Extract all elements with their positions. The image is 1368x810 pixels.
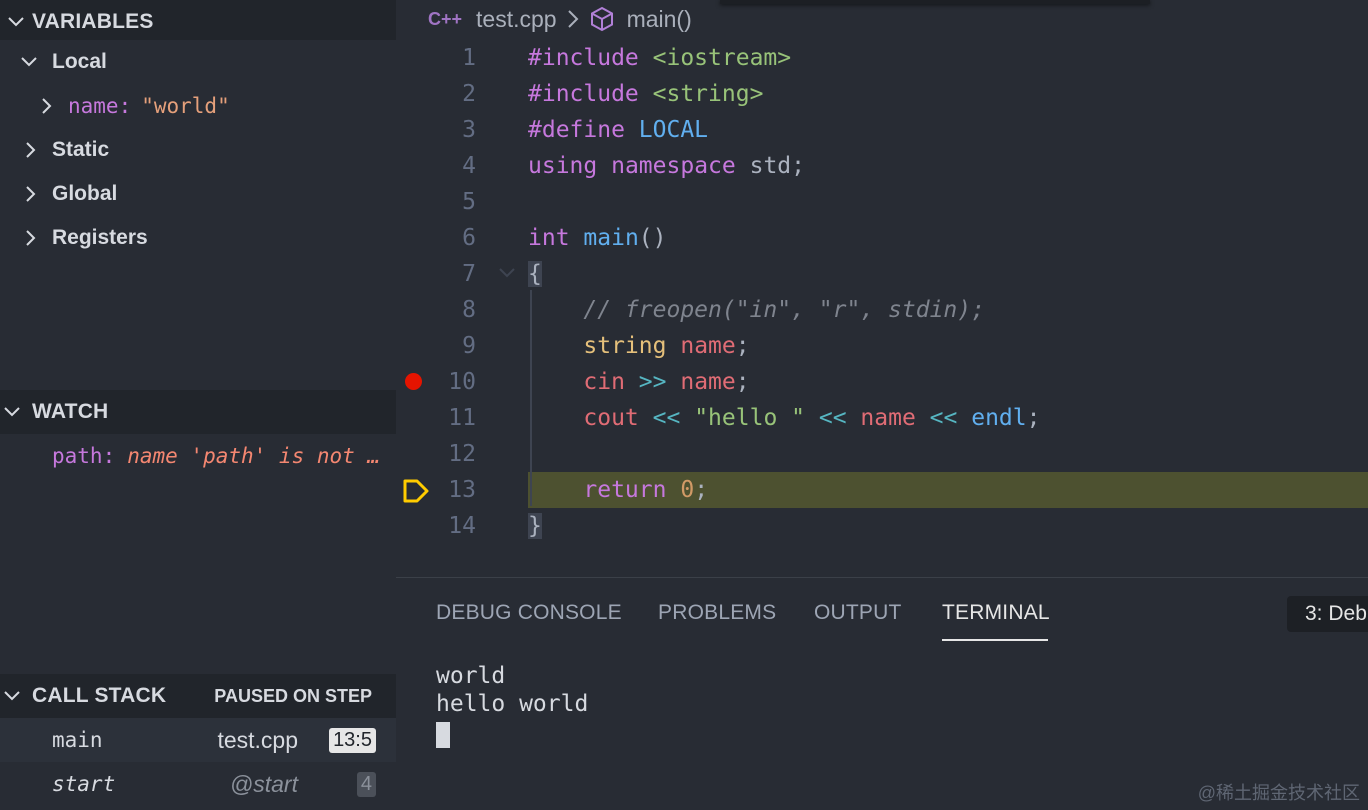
quick-input-shadow [720,0,1150,4]
code-line: 11 cout << "hello " << name << endl; [396,400,1368,436]
line-number: 12 [448,441,476,467]
tree-item-label: Global [52,182,118,205]
watch-section-header[interactable]: WATCH [0,390,396,434]
call-stack-body: main test.cpp 13:5 start @start 4 [0,718,396,810]
code-text[interactable]: // freopen("in", "r", stdin); [528,292,985,328]
terminal-output-line: hello world [436,691,589,717]
line-number: 3 [462,117,476,143]
watch-body: path: name 'path' is not … [0,434,396,674]
cpp-file-icon: C++ [428,8,463,29]
line-number: 5 [462,189,476,215]
line-number: 1 [462,45,476,71]
chevron-right-icon [36,97,58,115]
code-line: 2 #include <string> [396,76,1368,112]
stack-frame-position: 4 [356,771,376,797]
watch-expression: path: [52,444,116,468]
watch-error: name 'path' is not … [127,444,381,468]
watch-expression-row[interactable]: path: name 'path' is not … [0,434,396,478]
variables-title: VARIABLES [32,10,154,33]
call-stack-title: CALL STACK [32,684,167,707]
stack-frame-file: test.cpp [217,726,298,753]
line-number: 2 [462,81,476,107]
code-line: 12 [396,436,1368,472]
tab-terminal[interactable]: TERMINAL [942,601,1050,625]
call-stack-section-header[interactable]: CALL STACK PAUSED ON STEP [0,674,396,718]
line-number: 14 [448,513,476,539]
method-cube-icon [589,6,615,32]
stack-frame-position: 13:5 [329,727,376,753]
code-line: 7 { [396,256,1368,292]
variables-body: Local name: "world" Static Global Regist… [0,40,396,390]
code-line: 8 // freopen("in", "r", stdin); [396,292,1368,328]
code-line-current: 13 return 0; [396,472,1368,508]
call-stack-status: PAUSED ON STEP [214,685,372,706]
variable-name: name: [68,94,132,118]
tab-debug-console[interactable]: DEBUG CONSOLE [436,601,622,625]
line-number: 10 [448,369,476,395]
code-line: 4 using namespace std; [396,148,1368,184]
chevron-right-icon [20,185,42,203]
variable-value: "world" [141,94,230,118]
code-text[interactable]: { [528,256,542,292]
line-number: 11 [448,405,476,431]
watch-title: WATCH [32,400,109,423]
code-text[interactable]: return 0; [528,472,708,508]
line-number: 6 [462,225,476,251]
stack-frame-start[interactable]: start @start 4 [0,762,396,806]
tab-output[interactable]: OUTPUT [814,601,902,625]
stack-frame-file: @start [229,770,298,797]
chevron-right-icon [20,229,42,247]
line-number: 13 [448,477,476,503]
code-line: 6 int main() [396,220,1368,256]
line-number: 7 [462,261,476,287]
stack-frame-function: main [52,728,103,752]
chevron-down-icon [0,690,24,702]
tab-problems[interactable]: PROBLEMS [658,601,776,625]
code-line: 14 } [396,508,1368,544]
chevron-down-icon [0,16,32,28]
chevron-down-icon [0,406,24,418]
code-line: 3 #define LOCAL [396,112,1368,148]
chevron-right-icon [20,141,42,159]
tree-item-label: Static [52,138,110,161]
code-line: 10 cin >> name; [396,364,1368,400]
tree-item-local[interactable]: Local [0,40,396,84]
code-line: 9 string name; [396,328,1368,364]
code-text[interactable]: cin >> name; [528,364,749,400]
line-number: 9 [462,333,476,359]
variables-section-header[interactable]: VARIABLES [0,0,396,44]
code-text[interactable]: cout << "hello " << name << endl; [528,400,1040,436]
code-text[interactable]: #include <string> [528,76,763,112]
watermark: @稀土掘金技术社区 [1197,783,1360,803]
tree-item-label: Registers [52,226,148,249]
code-text[interactable]: int main() [528,220,667,256]
code-text[interactable]: string name; [528,328,749,364]
tree-item-label: Local [52,50,107,73]
line-number: 4 [462,153,476,179]
terminal-output-line: world [436,663,506,689]
code-text[interactable]: } [528,508,542,544]
code-text[interactable]: using namespace std; [528,148,805,184]
tree-item-registers[interactable]: Registers [0,216,396,260]
chevron-down-icon [18,56,40,68]
chevron-right-icon [567,9,579,29]
code-text[interactable]: #include <iostream> [528,40,791,76]
code-text[interactable]: #define LOCAL [528,112,708,148]
terminal-cursor[interactable] [436,722,450,748]
code-line: 1 #include <iostream> [396,40,1368,76]
panel-divider [396,577,1368,578]
breadcrumb: C++ test.cpp main() [428,0,692,38]
tree-item-static[interactable]: Static [0,128,396,172]
breadcrumb-file[interactable]: test.cpp [476,6,557,33]
terminal-selector[interactable]: 3: Debu [1287,596,1368,632]
code-line: 5 [396,184,1368,220]
line-number: 8 [462,297,476,323]
stack-frame-function: start [52,772,116,796]
stack-frame-main[interactable]: main test.cpp 13:5 [0,718,396,762]
tree-item-global[interactable]: Global [0,172,396,216]
debug-sidebar: VARIABLES Local name: "world" Static Glo… [0,0,396,810]
active-tab-indicator [942,639,1048,641]
variable-row-name[interactable]: name: "world" [0,84,396,128]
breadcrumb-symbol[interactable]: main() [627,6,692,33]
